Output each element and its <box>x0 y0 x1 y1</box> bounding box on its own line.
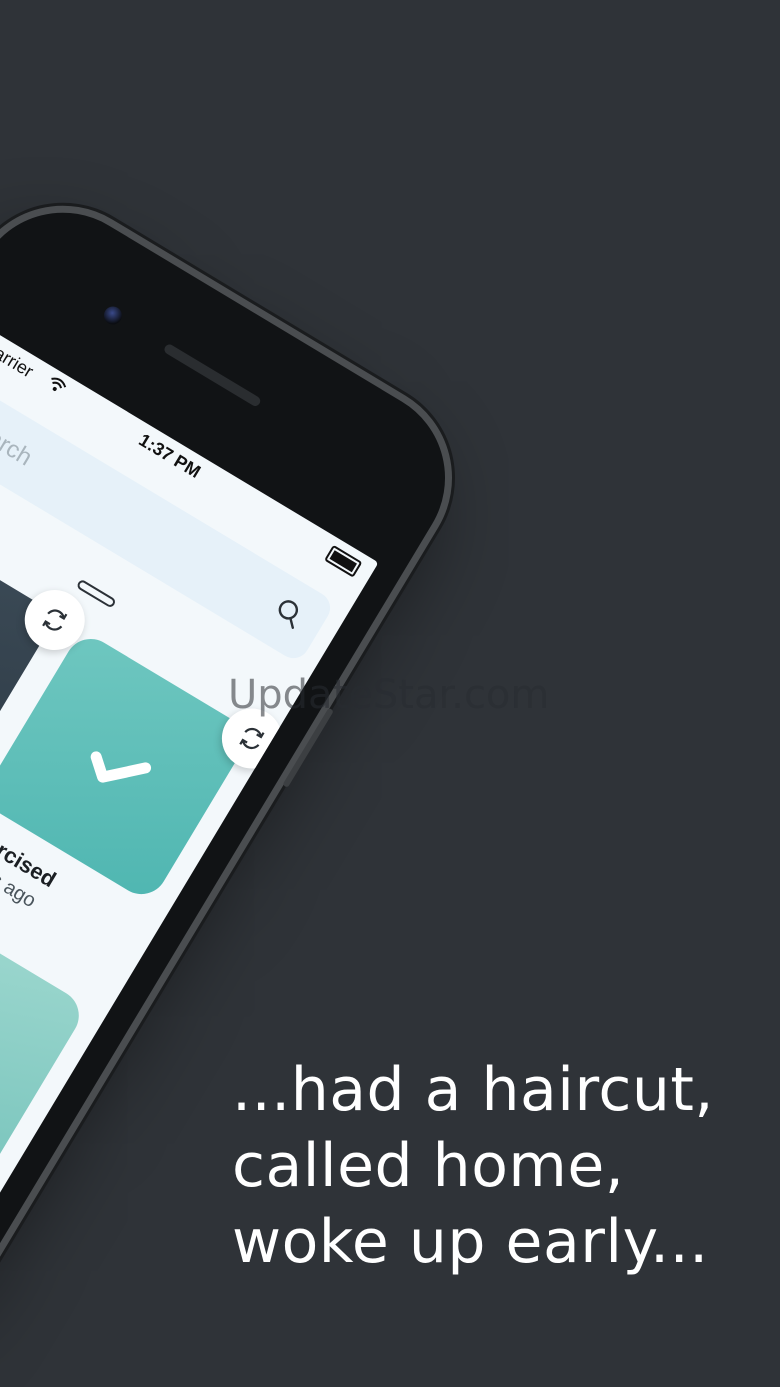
earpiece-speaker <box>162 342 263 408</box>
caption-line-1: ...had a haircut, <box>232 1055 714 1125</box>
refresh-icon <box>42 609 68 631</box>
phone-side-button <box>282 707 334 788</box>
check-icon <box>81 733 155 802</box>
search-icon[interactable] <box>271 595 307 631</box>
habit-card-mint[interactable] <box>0 903 89 1179</box>
app-store-screenshot: Carrier 1:37 PM Search Exercised days ag… <box>0 0 780 1387</box>
caption-line-3: woke up early... <box>232 1207 709 1277</box>
watermark: UpdateStar.com <box>228 672 550 718</box>
marketing-caption: ...had a haircut, called home, woke up e… <box>232 1052 772 1280</box>
search-placeholder: Search <box>0 409 37 472</box>
refresh-icon <box>239 727 265 750</box>
caption-line-2: called home, <box>232 1131 625 1201</box>
front-camera <box>100 303 126 328</box>
